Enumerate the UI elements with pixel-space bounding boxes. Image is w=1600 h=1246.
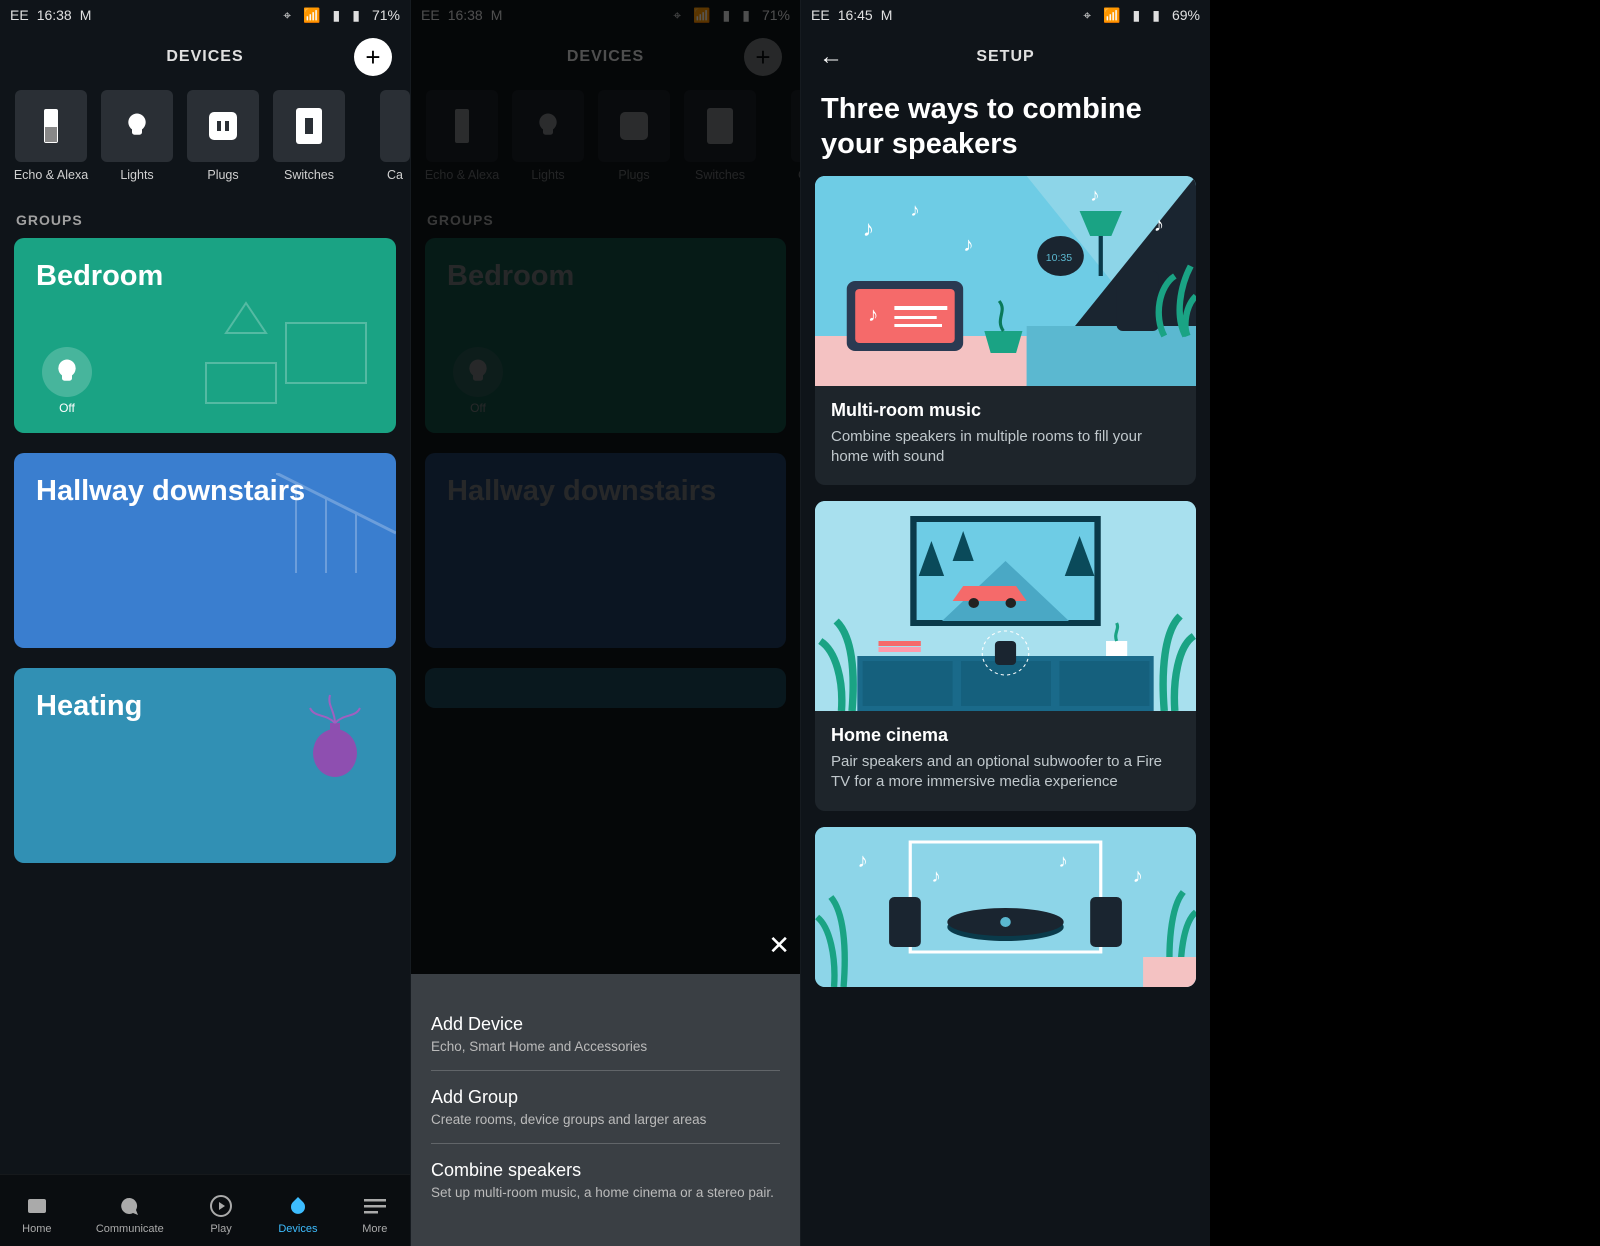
home-icon bbox=[24, 1193, 50, 1219]
page-title: SETUP bbox=[976, 48, 1034, 66]
category-label: Echo & Alexa bbox=[14, 168, 88, 182]
wifi-icon: 📶 bbox=[303, 7, 320, 24]
category-label: Switches bbox=[284, 168, 334, 182]
battery-icon: ▮ bbox=[352, 7, 360, 24]
nav-play[interactable]: Play bbox=[208, 1193, 234, 1235]
time-label: 16:38 bbox=[37, 7, 72, 23]
category-lights[interactable]: Lights bbox=[100, 90, 174, 182]
svg-text:♪: ♪ bbox=[863, 215, 875, 240]
setup-card-multiroom[interactable]: ♪ 10:35 ♪ ♪ ♪ ♪ ♪ bbox=[815, 176, 1196, 486]
category-plugs[interactable]: Plugs bbox=[186, 90, 260, 182]
category-cameras[interactable]: Ca bbox=[358, 90, 410, 182]
groups-list: Bedroom Off Hallway downstairs Heating bbox=[0, 238, 410, 863]
setup-card-stereo[interactable]: ♪ ♪ ♪ ♪ bbox=[815, 827, 1196, 987]
setup-card-home-cinema[interactable]: Home cinema Pair speakers and an optiona… bbox=[815, 501, 1196, 811]
category-label: Ca bbox=[387, 168, 403, 182]
sheet-item-add-group[interactable]: Add Group Create rooms, device groups an… bbox=[431, 1071, 780, 1144]
illustration-multiroom: ♪ 10:35 ♪ ♪ ♪ ♪ ♪ bbox=[815, 176, 1196, 386]
category-switches[interactable]: Switches bbox=[272, 90, 346, 182]
group-card-heating[interactable]: Heating bbox=[14, 668, 396, 863]
bottom-nav: Home Communicate Play Devices More bbox=[0, 1174, 410, 1246]
group-card-bedroom[interactable]: Bedroom Off bbox=[14, 238, 396, 433]
page-title: DEVICES bbox=[166, 48, 243, 66]
svg-text:♪: ♪ bbox=[931, 865, 941, 885]
card-title: Multi-room music bbox=[831, 400, 1180, 421]
category-label: Lights bbox=[120, 168, 153, 182]
svg-text:♪: ♪ bbox=[857, 849, 868, 871]
category-label: Plugs bbox=[207, 168, 238, 182]
back-button[interactable]: ← bbox=[819, 43, 843, 71]
add-bottom-sheet: ✕ Add Device Echo, Smart Home and Access… bbox=[411, 974, 800, 1246]
battery-label: 71% bbox=[372, 7, 400, 23]
svg-text:♪: ♪ bbox=[1133, 864, 1144, 886]
svg-text:♪: ♪ bbox=[910, 199, 920, 219]
header: DEVICES bbox=[0, 30, 410, 84]
header: ← SETUP bbox=[801, 30, 1210, 84]
group-card-hallway[interactable]: Hallway downstairs bbox=[14, 453, 396, 648]
close-icon[interactable]: ✕ bbox=[768, 930, 790, 961]
carrier-label: EE bbox=[10, 7, 29, 23]
illustration-stereo: ♪ ♪ ♪ ♪ bbox=[815, 827, 1196, 987]
chat-icon bbox=[117, 1193, 143, 1219]
devices-screen: EE 16:38 M ⌖ 📶 ▮ ▮ 71% DEVICES Echo & Al… bbox=[0, 0, 410, 1246]
svg-text:♪: ♪ bbox=[1154, 213, 1165, 235]
svg-text:♪: ♪ bbox=[1090, 184, 1100, 204]
status-bar: EE16:45M ⌖📶▮▮69% bbox=[801, 0, 1210, 30]
nav-devices[interactable]: Devices bbox=[278, 1193, 317, 1235]
sheet-item-add-device[interactable]: Add Device Echo, Smart Home and Accessor… bbox=[431, 998, 780, 1071]
category-row: Echo & Alexa Lights Plugs Switches Ca bbox=[0, 90, 410, 182]
signal-icon: ▮ bbox=[333, 7, 341, 24]
card-description: Combine speakers in multiple rooms to fi… bbox=[831, 427, 1180, 468]
location-icon: ⌖ bbox=[283, 7, 291, 24]
devices-screen-with-sheet: EE16:38M ⌖📶▮▮71% DEVICES Echo & Alexa Li… bbox=[410, 0, 800, 1246]
add-button[interactable] bbox=[354, 38, 392, 76]
illustration-home-cinema bbox=[815, 501, 1196, 711]
wifi-icon: 📶 bbox=[1103, 7, 1120, 24]
widget-state-label: Off bbox=[59, 401, 75, 415]
card-description: Pair speakers and an optional subwoofer … bbox=[831, 752, 1180, 793]
setup-screen: EE16:45M ⌖📶▮▮69% ← SETUP Three ways to c… bbox=[800, 0, 1210, 1246]
svg-text:10:35: 10:35 bbox=[1046, 253, 1073, 264]
status-bar: EE 16:38 M ⌖ 📶 ▮ ▮ 71% bbox=[0, 0, 410, 30]
nav-communicate[interactable]: Communicate bbox=[96, 1193, 164, 1235]
devices-icon bbox=[285, 1193, 311, 1219]
groups-section-label: GROUPS bbox=[0, 182, 410, 238]
setup-card-list: ♪ 10:35 ♪ ♪ ♪ ♪ ♪ bbox=[801, 176, 1210, 987]
nav-more[interactable]: More bbox=[362, 1193, 388, 1235]
nav-home[interactable]: Home bbox=[22, 1193, 51, 1235]
play-icon bbox=[208, 1193, 234, 1219]
gmail-icon: M bbox=[80, 7, 92, 23]
setup-headline: Three ways to combine your speakers bbox=[801, 84, 1210, 176]
svg-text:♪: ♪ bbox=[1058, 850, 1068, 870]
svg-text:♪: ♪ bbox=[868, 303, 879, 325]
location-icon: ⌖ bbox=[1083, 7, 1091, 24]
svg-text:♪: ♪ bbox=[963, 233, 974, 255]
more-icon bbox=[362, 1193, 388, 1219]
gmail-icon: M bbox=[881, 7, 893, 23]
card-title: Home cinema bbox=[831, 725, 1180, 746]
sheet-item-combine-speakers[interactable]: Combine speakers Set up multi-room music… bbox=[431, 1144, 780, 1216]
category-echo[interactable]: Echo & Alexa bbox=[14, 90, 88, 182]
group-light-toggle[interactable]: Off bbox=[42, 347, 92, 415]
